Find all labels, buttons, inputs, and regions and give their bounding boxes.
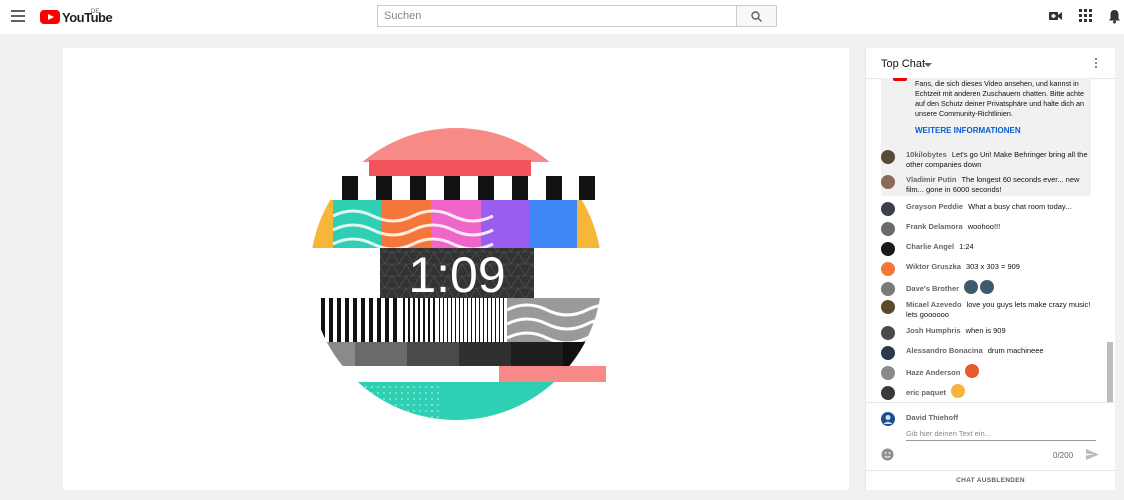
avatar[interactable] [881, 242, 895, 256]
message-author[interactable]: Charlie Angel [906, 242, 954, 251]
search-button[interactable] [736, 5, 777, 27]
chat-header: Top Chat [866, 48, 1115, 79]
logo-region: DE [91, 9, 100, 15]
notice-badge [893, 78, 907, 81]
message-body: Charlie Angel 1:24 [906, 242, 1096, 252]
chevron-down-icon[interactable] [924, 63, 932, 67]
chat-message-input[interactable] [906, 427, 1096, 441]
live-chat-panel: Top Chat Fans, die sich dieses Video ans… [865, 48, 1115, 490]
search-icon [751, 11, 762, 22]
message-author[interactable]: Wiktor Gruszka [906, 262, 961, 271]
message-author[interactable]: Alessandro Bonacina [906, 346, 983, 355]
user-avatar-icon [881, 412, 895, 426]
hide-chat-button[interactable]: CHAT AUSBLENDEN [866, 470, 1115, 491]
emoji-icon [980, 280, 995, 294]
test-card-graphic: 1:09 [310, 128, 606, 420]
chat-mode-dropdown[interactable]: Top Chat [881, 58, 925, 70]
avatar[interactable] [881, 282, 895, 296]
avatar[interactable] [881, 175, 895, 189]
message-author[interactable]: 10kilobytes [906, 150, 947, 159]
emoji-icon [965, 364, 980, 378]
apps-icon[interactable] [1079, 9, 1092, 22]
message-text: drum machineee [987, 346, 1044, 355]
youtube-play-icon [40, 10, 60, 24]
video-player[interactable]: 1:09 [63, 48, 849, 490]
message-author[interactable]: Vladimir Putin [906, 175, 956, 184]
avatar[interactable] [881, 150, 895, 164]
message-body: 10kilobytes Let's go Uri! Make Behringer … [906, 150, 1096, 170]
more-info-link[interactable]: WEITERE INFORMATIONEN [915, 126, 1021, 135]
message-author[interactable]: Frank Delamora [906, 222, 963, 231]
avatar[interactable] [881, 300, 895, 314]
character-counter: 0/200 [1053, 451, 1074, 460]
avatar[interactable] [881, 202, 895, 216]
chat-input-area: David Thiehoff 0/200 [866, 402, 1115, 471]
message-author[interactable]: Dave's Brother [906, 284, 959, 293]
message-text: 303 x 303 = 909 [965, 262, 1020, 271]
countdown-timer: 1:09 [408, 247, 505, 303]
message-body: Wiktor Gruszka 303 x 303 = 909 [906, 262, 1096, 272]
emoji-icon[interactable] [881, 448, 894, 461]
message-body: Grayson Peddie What a busy chat room toda… [906, 202, 1096, 212]
avatar[interactable] [881, 366, 895, 380]
message-author[interactable]: Haze Anderson [906, 368, 960, 377]
menu-icon[interactable] [11, 10, 25, 22]
search-input[interactable] [377, 5, 743, 27]
logo-text: YouTube [62, 9, 113, 25]
avatar[interactable] [881, 262, 895, 276]
notifications-icon[interactable] [1108, 9, 1121, 24]
message-body: Dave's Brother [906, 280, 1096, 296]
chat-scrollbar[interactable] [1106, 78, 1114, 402]
message-text: What a busy chat room today... [968, 202, 1072, 211]
message-author[interactable]: eric paquet [906, 388, 946, 397]
current-user-name: David Thiehoff [906, 413, 959, 422]
message-text: when is 909 [965, 326, 1006, 335]
avatar[interactable] [881, 326, 895, 340]
top-bar: YouTube DE [0, 0, 1124, 34]
avatar[interactable] [881, 386, 895, 400]
emoji-icon [964, 280, 979, 294]
message-body: Haze Anderson [906, 364, 1096, 380]
message-text: 1:24 [959, 242, 974, 251]
message-author[interactable]: Grayson Peddie [906, 202, 963, 211]
message-body: Frank Delamora woohoo!!! [906, 222, 1096, 232]
search-bar [377, 5, 777, 27]
scroll-thumb[interactable] [1107, 342, 1113, 402]
avatar[interactable] [881, 346, 895, 360]
create-video-icon[interactable] [1049, 9, 1063, 23]
notice-text: Fans, die sich dieses Video ansehen, und… [915, 79, 1085, 118]
message-author[interactable]: Josh Humphris [906, 326, 961, 335]
message-text: woohoo!!! [967, 222, 1001, 231]
emoji-icon [951, 384, 966, 398]
message-body: eric paquet [906, 384, 1096, 400]
send-icon[interactable] [1086, 449, 1099, 460]
message-body: Alessandro Bonacina drum machineee [906, 346, 1096, 356]
avatar[interactable] [881, 222, 895, 236]
message-body: Josh Humphris when is 909 [906, 326, 1096, 336]
message-body: Vladimir Putin The longest 60 seconds eve… [906, 175, 1096, 195]
more-options-icon[interactable] [1094, 58, 1098, 70]
youtube-logo[interactable]: YouTube [40, 8, 113, 26]
message-body: Micael Azevedo love you guys lets make cr… [906, 300, 1096, 320]
message-author[interactable]: Micael Azevedo [906, 300, 962, 309]
